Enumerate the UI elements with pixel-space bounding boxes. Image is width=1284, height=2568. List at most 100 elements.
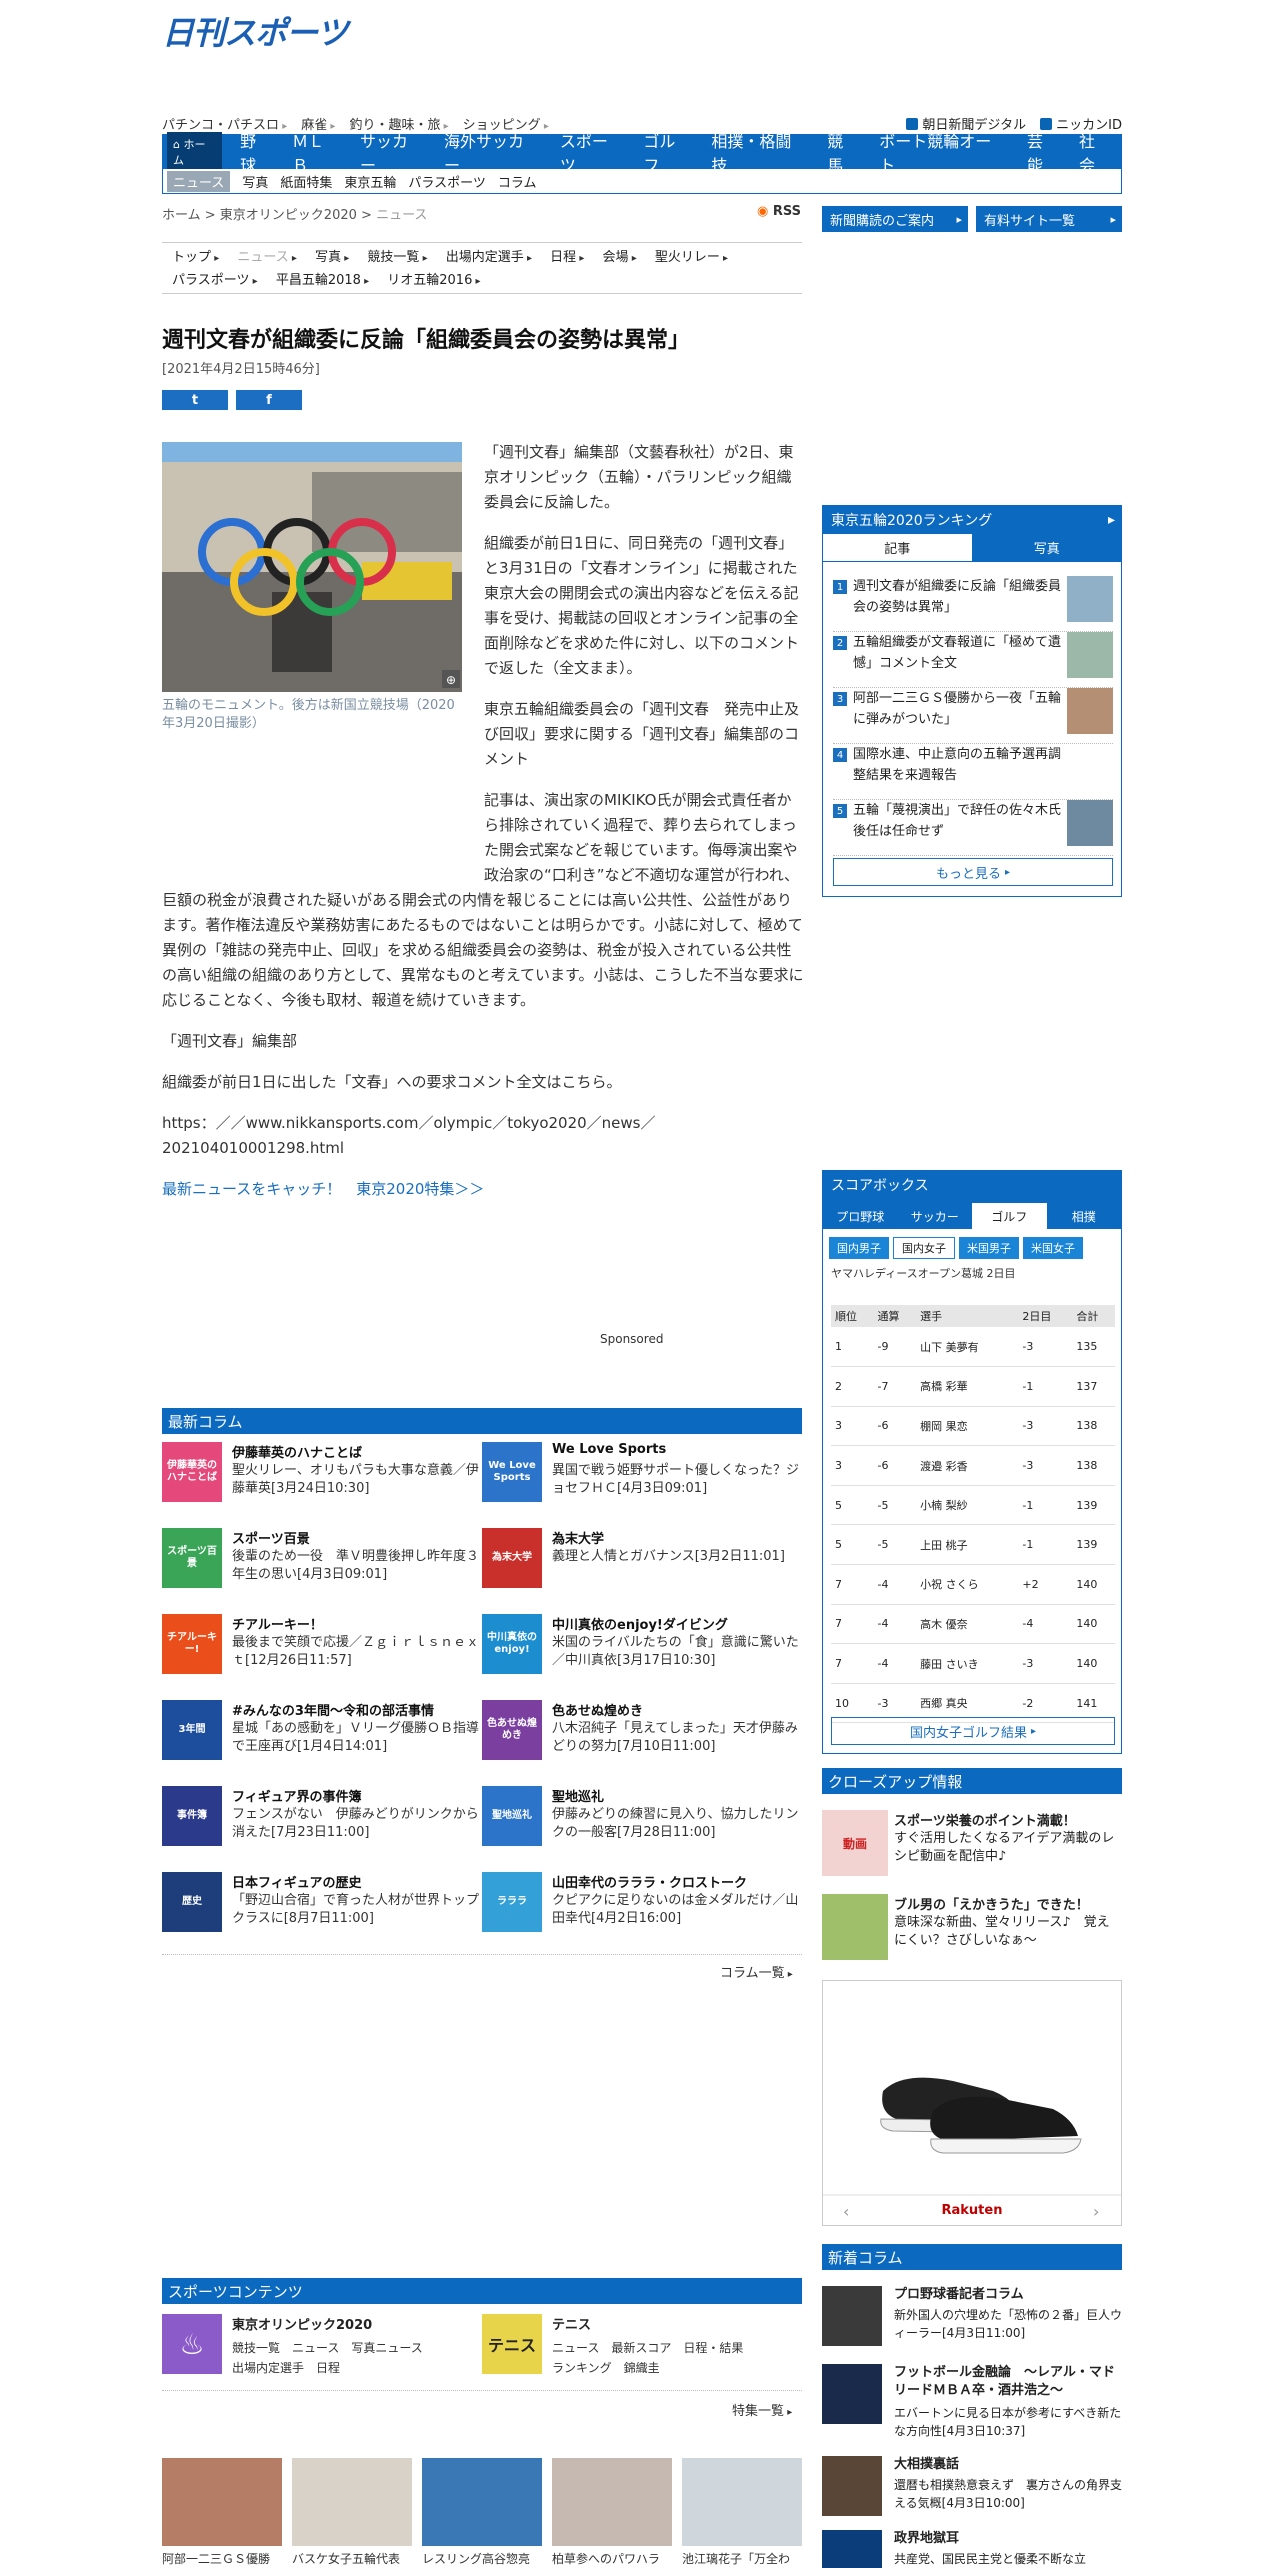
- score-row[interactable]: 2 -7 高橋 彩華 -1 137: [831, 1366, 1115, 1407]
- article-date: [2021年4月2日15時46分]: [162, 362, 320, 377]
- column-item[interactable]: チアルーキー! チアルーキー！ 最後まで笑顔で応援／Ｚｇｉｒｌｓｎｅｘｔ[12月26…: [162, 1614, 482, 1684]
- shoe-ad[interactable]: ‹ › Rakuten: [822, 1980, 1122, 2226]
- ranking-tab-articles[interactable]: 記事: [823, 534, 973, 561]
- ranking-more-button[interactable]: もっと見る: [833, 858, 1113, 886]
- new-column-item[interactable]: 政界地獄耳 共産党、国民民主党と優柔不断な立: [822, 2530, 1122, 2568]
- score-subtab[interactable]: 米国男子: [959, 1237, 1019, 1259]
- nav-home[interactable]: ⌂ ホーム: [167, 132, 223, 172]
- score-cell: 140: [1072, 1643, 1115, 1684]
- score-subtab[interactable]: 国内男子: [829, 1237, 889, 1259]
- column-item[interactable]: ラララ 山田幸代のラララ・クロストーク クピアクに足りないのは金メダルだけ／山田幸代…: [482, 1872, 802, 1942]
- score-subtab-active[interactable]: 国内女子: [893, 1237, 955, 1259]
- column-item[interactable]: We Love Sports We Love Sports 異国で戦う姫野サポート優…: [482, 1442, 802, 1512]
- rss-link[interactable]: ◉ RSS: [757, 204, 801, 219]
- score-cell: 5: [831, 1485, 874, 1526]
- facebook-icon: f: [266, 392, 272, 408]
- column-thumb: 聖地巡礼: [482, 1786, 542, 1846]
- ranking-item[interactable]: 3 阿部一二三ＧＳ優勝から一夜「五輪に弾みがついた」: [833, 688, 1113, 744]
- column-item[interactable]: 為末大学 為末大学 義理と人情とガバナンス[3月2日11:01]: [482, 1528, 802, 1598]
- ranking-tab-photos[interactable]: 写真: [972, 534, 1121, 561]
- subnav-item[interactable]: 東京五輪: [344, 172, 396, 191]
- score-column-header: 通算: [873, 1305, 917, 1327]
- olympic-tab-current[interactable]: ニュース: [237, 250, 297, 265]
- photo-strip-item[interactable]: 池江璃花子「万全わ: [682, 2458, 802, 2566]
- feature-list-link[interactable]: 特集一覧: [732, 2400, 792, 2419]
- column-item[interactable]: 伊藤華英のハナことば 伊藤華英のハナことば 聖火リレー、オリもパラも大事な意義／伊藤…: [162, 1442, 482, 1512]
- column-item[interactable]: 3年間 #みんなの3年間～令和の部活事情 星城「あの感動を」Ｖリーグ優勝ＯＢ指導で王…: [162, 1700, 482, 1770]
- score-cell: 山下 美夢有: [916, 1327, 1019, 1368]
- photo-strip-item[interactable]: レスリング高谷惣亮: [422, 2458, 542, 2566]
- ranking-item[interactable]: 2 五輪組織委が文春報道に「極めて遺憾」コメント全文: [833, 632, 1113, 688]
- olympic-tab[interactable]: 競技一覧: [367, 250, 427, 265]
- column-item[interactable]: 事件簿 フィギュア界の事件簿 フェンスがない 伊藤みどりがリンクから消えた[7月23…: [162, 1786, 482, 1856]
- golf-results-button[interactable]: 国内女子ゴルフ結果: [831, 1717, 1115, 1745]
- closeup-item[interactable]: ブル男の「えかきうた」できた！ 意味深な新曲、堂々リリース♪ 覚えにくい？さびし…: [822, 1894, 1122, 1964]
- score-cell: 3: [831, 1445, 874, 1486]
- score-cell: -6: [873, 1445, 917, 1486]
- column-item[interactable]: スポーツ百景 スポーツ百景 後輩のため一役 準Ｖ明豊後押し昨年度３年生の思い[4月3…: [162, 1528, 482, 1598]
- score-row[interactable]: 5 -5 上田 桃子 -1 139: [831, 1524, 1115, 1566]
- paid-sites-button[interactable]: 有料サイト一覧: [976, 206, 1122, 232]
- twitter-icon: t: [191, 392, 199, 408]
- score-subtab[interactable]: 米国女子: [1023, 1237, 1083, 1259]
- article-url[interactable]: https：／／www.nikkansports.com／olympic／tok…: [162, 1111, 804, 1161]
- score-tab[interactable]: サッカー: [898, 1203, 973, 1229]
- score-tab[interactable]: プロ野球: [823, 1203, 898, 1229]
- olympic-tab[interactable]: トップ: [172, 250, 219, 265]
- new-column-item[interactable]: 大相撲裏話 還暦も相撲熱意衰えず 裏方さんの角界支える気概[4月3日10:00]: [822, 2456, 1122, 2526]
- score-row[interactable]: 1 -9 山下 美夢有 -3 135: [831, 1327, 1115, 1368]
- subscribe-button[interactable]: 新聞購読のご案内: [822, 206, 968, 232]
- site-logo[interactable]: 日刊スポーツ: [162, 12, 348, 52]
- score-tab[interactable]: 相撲: [1047, 1203, 1122, 1229]
- score-column-header: 選手: [916, 1305, 1019, 1327]
- photo-strip-item[interactable]: 柏草参へのパワハラ: [552, 2458, 672, 2566]
- column-item[interactable]: 歴史 日本フィギュアの歴史 「野辺山合宿」で育った人材が世界トップクラスに[8月7日…: [162, 1872, 482, 1942]
- subnav-item[interactable]: 写真: [242, 172, 268, 191]
- score-row[interactable]: 7 -4 藤田 さいき -3 140: [831, 1643, 1115, 1684]
- score-column-header: 2日目: [1018, 1305, 1073, 1327]
- sports-content-tennis[interactable]: テニス テニス ニュース 最新スコア 日程・結果 ランキング 錦織圭: [482, 2314, 802, 2384]
- column-item[interactable]: 色あせぬ煌めき 色あせぬ煌めき 八木沼純子「見えてしまった」天才伊藤みどりの努力[7…: [482, 1700, 802, 1770]
- score-row[interactable]: 7 -4 小祝 さくら +2 140: [831, 1564, 1115, 1605]
- column-thumb: 為末大学: [482, 1528, 542, 1588]
- subnav-news[interactable]: ニュース: [167, 170, 231, 192]
- subnav-item[interactable]: パラスポーツ: [408, 172, 485, 191]
- new-column-item[interactable]: フットボール金融論 ～レアル・マドリードＭＢＡ卒・酒井浩之～ エバートンに見る日…: [822, 2364, 1122, 2438]
- score-cell: 3: [831, 1406, 874, 1447]
- column-item[interactable]: 中川真依のenjoy! 中川真依のenjoy!ダイビング 米国のライバルたちの「食」…: [482, 1614, 802, 1684]
- olympic-tab[interactable]: 聖火リレー: [655, 250, 728, 265]
- column-list-link[interactable]: コラム一覧: [720, 1962, 793, 1981]
- olympic-tab[interactable]: 平昌五輪2018: [276, 273, 369, 288]
- score-row[interactable]: 5 -5 小楠 梨紗 -1 139: [831, 1485, 1115, 1526]
- olympic-tab[interactable]: リオ五輪2016: [387, 273, 480, 288]
- rank-thumb: [1067, 688, 1113, 734]
- column-item[interactable]: 聖地巡礼 聖地巡礼 伊藤みどりの練習に見入り、協力したリンクの一般客[7月28日11…: [482, 1786, 802, 1856]
- sports-content-olympics[interactable]: ♨ 東京オリンピック2020 競技一覧 ニュース 写真ニュース 出場内定選手 日程: [162, 2314, 482, 2384]
- olympic-tab[interactable]: 会場: [603, 250, 637, 265]
- ranking-item[interactable]: 1 週刊文春が組織委に反論「組織委員会の姿勢は異常」: [833, 576, 1113, 632]
- closeup-item[interactable]: 動画 スポーツ栄養のポイント満載！ すぐ活用したくなるアイデア満載のレシピ動画を…: [822, 1810, 1122, 1880]
- crumb-home[interactable]: ホーム: [162, 208, 201, 223]
- mascot-thumb: [822, 1894, 888, 1960]
- crumb-section[interactable]: 東京オリンピック2020: [220, 208, 357, 223]
- subnav-item[interactable]: コラム: [498, 172, 537, 191]
- olympic-tab[interactable]: 写真: [315, 250, 349, 265]
- facebook-share-button[interactable]: f: [236, 390, 302, 410]
- olympic-tab[interactable]: 出場内定選手: [446, 250, 532, 265]
- ranking-item[interactable]: 5 五輪「蔑視演出」で辞任の佐々木氏後任は任命せず: [833, 800, 1113, 856]
- scorebox: スコアボックス プロ野球 サッカー ゴルフ 相撲 国内男子 国内女子 米国男子 …: [822, 1170, 1122, 1754]
- tokyo2020-feature-link[interactable]: 最新ニュースをキャッチ！ 東京2020特集＞＞: [162, 1177, 804, 1202]
- ranking-item[interactable]: 4 国際水連、中止意向の五輪予選再調整結果を来週報告: [833, 744, 1113, 800]
- new-column-item[interactable]: プロ野球番記者コラム 新外国人の穴埋めた「恐怖の２番」巨人ウィーラー[4月3日1…: [822, 2286, 1122, 2356]
- olympic-tab[interactable]: 日程: [550, 250, 584, 265]
- olympic-tab[interactable]: パラスポーツ: [172, 273, 258, 288]
- photo-strip-item[interactable]: 阿部一二三ＧＳ優勝: [162, 2458, 282, 2566]
- score-row[interactable]: 7 -4 高木 優奈 -4 140: [831, 1604, 1115, 1645]
- twitter-share-button[interactable]: t: [162, 390, 228, 410]
- photo-strip-item[interactable]: バスケ女子五輪代表: [292, 2458, 412, 2566]
- score-row[interactable]: 3 -6 渡邉 彩香 -3 138: [831, 1445, 1115, 1486]
- score-row[interactable]: 3 -6 棚岡 果恋 -3 138: [831, 1406, 1115, 1447]
- score-tab-golf[interactable]: ゴルフ: [972, 1203, 1047, 1229]
- ranking-heading[interactable]: 東京五輪2020ランキング: [823, 506, 1121, 534]
- subnav-item[interactable]: 紙面特集: [280, 172, 332, 191]
